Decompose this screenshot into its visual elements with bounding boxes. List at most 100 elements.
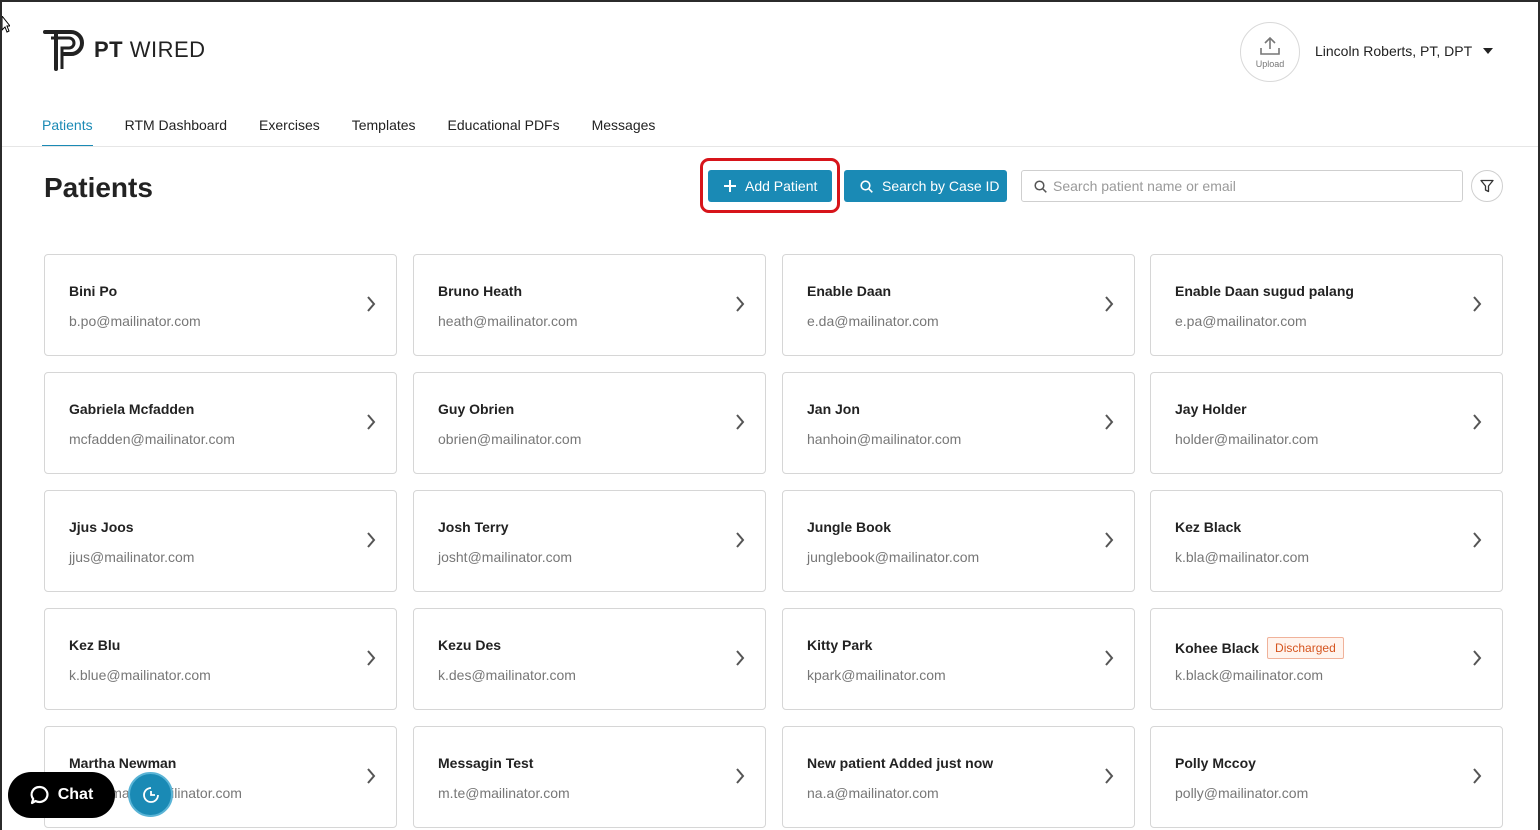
chevron-right-icon bbox=[736, 296, 745, 312]
upload-label: Upload bbox=[1255, 58, 1285, 69]
patient-email: e.da@mailinator.com bbox=[807, 313, 939, 329]
logo-icon bbox=[43, 30, 84, 71]
patient-name: Jungle Book bbox=[807, 519, 891, 535]
patient-name-text: Kohee Black bbox=[1175, 640, 1260, 656]
patient-name-text: Polly Mccoy bbox=[1175, 755, 1256, 771]
patient-card[interactable]: Kezu Des k.des@mailinator.com bbox=[413, 608, 766, 710]
search-by-case-id-label: Search by Case ID bbox=[882, 178, 1000, 194]
chevron-right-icon bbox=[1105, 650, 1114, 666]
patient-card[interactable]: Jay Holder holder@mailinator.com bbox=[1150, 372, 1503, 474]
patient-card[interactable]: Enable Daan e.da@mailinator.com bbox=[782, 254, 1135, 356]
user-name: Lincoln Roberts, PT, DPT bbox=[1315, 43, 1473, 59]
patient-name: Kezu Des bbox=[438, 637, 501, 653]
patient-name-text: Kezu Des bbox=[438, 637, 502, 653]
patient-name-text: Enable Daan bbox=[807, 283, 892, 299]
patient-name: Jjus Joos bbox=[69, 519, 134, 535]
tab-messages[interactable]: Messages bbox=[592, 115, 656, 147]
patient-email: k.blue@mailinator.com bbox=[69, 667, 211, 683]
chevron-right-icon bbox=[1473, 414, 1482, 430]
patient-email: m.te@mailinator.com bbox=[438, 785, 570, 801]
patient-name-text: Bruno Heath bbox=[438, 283, 522, 299]
chat-bubble-icon bbox=[30, 785, 49, 805]
patient-name-text: Martha Newman bbox=[69, 755, 177, 771]
patient-name-text: Jay Holder bbox=[1175, 401, 1247, 417]
patient-name-text: Messagin Test bbox=[438, 755, 534, 771]
patient-email: k.black@mailinator.com bbox=[1175, 667, 1324, 683]
mouse-cursor-icon bbox=[2, 16, 10, 33]
upload-button[interactable]: Upload bbox=[1240, 22, 1300, 82]
patient-card[interactable]: Bini Po b.po@mailinator.com bbox=[44, 254, 397, 356]
patient-name: Martha Newman bbox=[69, 755, 176, 771]
chevron-right-icon bbox=[1473, 296, 1482, 312]
patient-name-text: Kitty Park bbox=[807, 637, 873, 653]
upload-icon bbox=[1260, 36, 1280, 55]
patient-card[interactable]: Messagin Test m.te@mailinator.com bbox=[413, 726, 766, 828]
search-icon bbox=[1034, 179, 1047, 193]
patient-email: e.pa@mailinator.com bbox=[1175, 313, 1307, 329]
add-patient-button[interactable]: Add Patient bbox=[708, 170, 832, 202]
patient-name: New patient Added just now bbox=[807, 755, 993, 771]
help-launcher-button[interactable] bbox=[128, 772, 173, 817]
patient-card[interactable]: Bruno Heath heath@mailinator.com bbox=[413, 254, 766, 356]
chevron-right-icon bbox=[367, 650, 376, 666]
search-input[interactable] bbox=[1053, 178, 1453, 194]
patient-email: jjus@mailinator.com bbox=[69, 549, 195, 565]
patient-card[interactable]: Kohee Black Discharged k.black@mailinator.… bbox=[1150, 608, 1503, 710]
patient-name-text: Kez Blu bbox=[69, 637, 121, 653]
patient-name: Enable Daan bbox=[807, 283, 891, 299]
patient-name: Messagin Test bbox=[438, 755, 533, 771]
filter-button[interactable] bbox=[1471, 170, 1503, 202]
patient-card[interactable]: Gabriela Mcfadden mcfadden@mailinator.com bbox=[44, 372, 397, 474]
brand-logo[interactable]: PT WIRED bbox=[42, 28, 206, 72]
search-icon bbox=[860, 179, 873, 193]
patient-card[interactable]: Enable Daan sugud palang e.pa@mailinator.… bbox=[1150, 254, 1503, 356]
patient-card[interactable]: Jjus Joos jjus@mailinator.com bbox=[44, 490, 397, 592]
search-by-case-id-button[interactable]: Search by Case ID bbox=[844, 170, 1007, 202]
patient-name: Jan Jon bbox=[807, 401, 860, 417]
chevron-right-icon bbox=[736, 768, 745, 784]
app-frame: PT WIRED Upload Lincoln Roberts, PT, DPT… bbox=[0, 0, 1540, 830]
patient-name: Bini Po bbox=[69, 283, 117, 299]
patient-card[interactable]: Jungle Book junglebook@mailinator.com bbox=[782, 490, 1135, 592]
nav-divider bbox=[2, 146, 1538, 147]
patient-name: Kez Black bbox=[1175, 519, 1241, 535]
patient-name: Kitty Park bbox=[807, 637, 872, 653]
tab-patients[interactable]: Patients bbox=[42, 115, 93, 147]
tab-exercises[interactable]: Exercises bbox=[259, 115, 320, 147]
chevron-right-icon bbox=[367, 414, 376, 430]
patient-email: hanhoin@mailinator.com bbox=[807, 431, 962, 447]
chevron-right-icon bbox=[736, 650, 745, 666]
patient-name-text: Gabriela Mcfadden bbox=[69, 401, 195, 417]
tab-educational-pdfs[interactable]: Educational PDFs bbox=[448, 115, 560, 147]
patient-card[interactable]: Kitty Park kpark@mailinator.com bbox=[782, 608, 1135, 710]
chevron-right-icon bbox=[1473, 532, 1482, 548]
patient-card[interactable]: New patient Added just now na.a@mailinato… bbox=[782, 726, 1135, 828]
patient-card[interactable]: Jan Jon hanhoin@mailinator.com bbox=[782, 372, 1135, 474]
patient-email: kpark@mailinator.com bbox=[807, 667, 946, 683]
patient-name: Kohee Black Discharged bbox=[1175, 637, 1344, 659]
patient-email: k.des@mailinator.com bbox=[438, 667, 576, 683]
patient-email: polly@mailinator.com bbox=[1175, 785, 1309, 801]
chevron-right-icon bbox=[367, 532, 376, 548]
patient-card[interactable]: Kez Blu k.blue@mailinator.com bbox=[44, 608, 397, 710]
tab-rtm-dashboard[interactable]: RTM Dashboard bbox=[125, 115, 227, 147]
user-menu[interactable]: Lincoln Roberts, PT, DPT bbox=[1315, 43, 1494, 59]
patient-card[interactable]: Kez Black k.bla@mailinator.com bbox=[1150, 490, 1503, 592]
patient-name-text: Josh Terry bbox=[438, 519, 509, 535]
patient-email: josht@mailinator.com bbox=[438, 549, 573, 565]
patient-email: heath@mailinator.com bbox=[438, 313, 578, 329]
chevron-right-icon bbox=[1105, 768, 1114, 784]
patient-name-text: New patient Added just now bbox=[807, 755, 994, 771]
patient-email: na.a@mailinator.com bbox=[807, 785, 939, 801]
patient-email: holder@mailinator.com bbox=[1175, 431, 1319, 447]
brand-name: PT WIRED bbox=[94, 37, 206, 62]
patient-name-text: Jjus Joos bbox=[69, 519, 134, 535]
patient-card[interactable]: Josh Terry josht@mailinator.com bbox=[413, 490, 766, 592]
chevron-right-icon bbox=[367, 296, 376, 312]
filter-icon bbox=[1480, 179, 1494, 193]
patient-card[interactable]: Polly Mccoy polly@mailinator.com bbox=[1150, 726, 1503, 828]
chat-button[interactable]: Chat bbox=[8, 772, 115, 818]
caret-down-icon bbox=[1483, 48, 1494, 54]
tab-templates[interactable]: Templates bbox=[352, 115, 416, 147]
patient-card[interactable]: Guy Obrien obrien@mailinator.com bbox=[413, 372, 766, 474]
